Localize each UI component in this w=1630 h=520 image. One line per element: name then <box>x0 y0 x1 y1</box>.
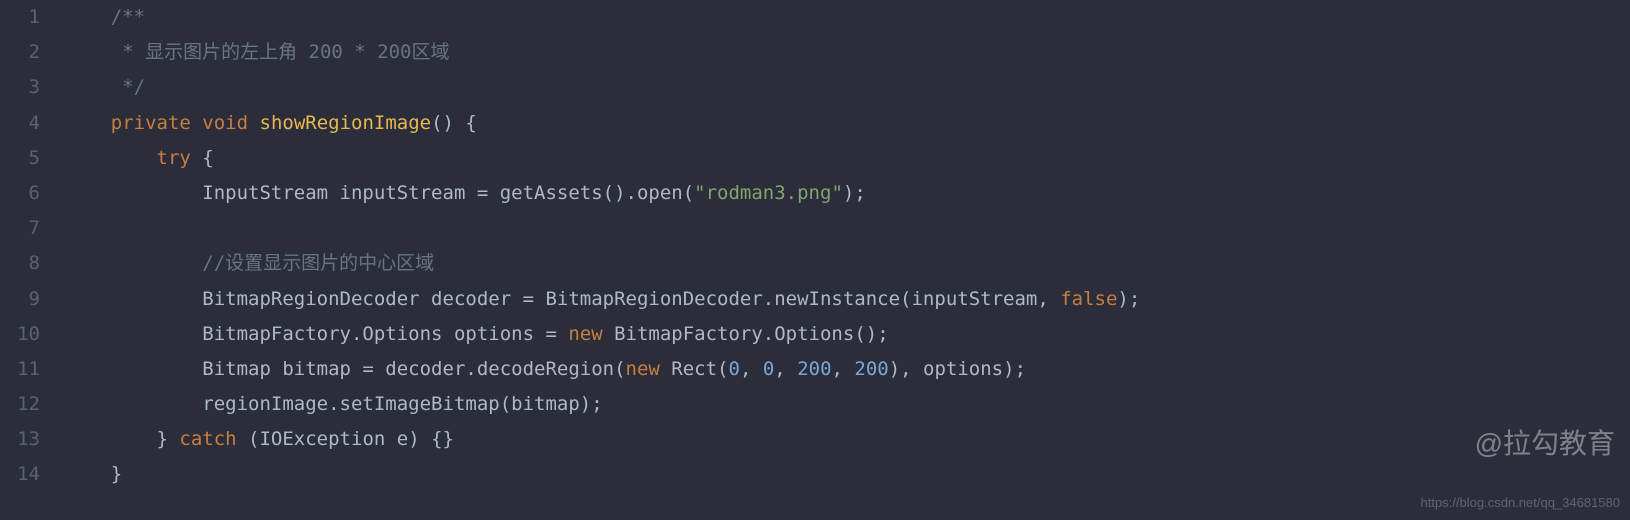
line-number: 7 <box>0 211 40 246</box>
code-token: private <box>111 112 191 134</box>
code-token: new <box>626 358 660 380</box>
code-token: void <box>202 112 248 134</box>
code-token: 0 <box>763 358 774 380</box>
code-line[interactable]: private void showRegionImage() { <box>65 106 1630 141</box>
line-number: 1 <box>0 0 40 35</box>
code-line[interactable]: /** <box>65 0 1630 35</box>
line-number: 9 <box>0 282 40 317</box>
code-token: 200 <box>854 358 888 380</box>
line-number-gutter: 1234567891011121314 <box>0 0 55 520</box>
attribution-link: https://blog.csdn.net/qq_34681580 <box>1421 491 1621 515</box>
code-token: () { <box>431 112 477 134</box>
line-number: 5 <box>0 141 40 176</box>
code-token: regionImage.setImageBitmap(bitmap); <box>202 393 602 415</box>
line-number: 10 <box>0 317 40 352</box>
code-editor: 1234567891011121314 /** * 显示图片的左上角 200 *… <box>0 0 1630 520</box>
code-token: showRegionImage <box>260 112 432 134</box>
line-number: 6 <box>0 176 40 211</box>
code-line[interactable]: } catch (IOException e) {} <box>65 422 1630 457</box>
code-area[interactable]: /** * 显示图片的左上角 200 * 200区域 */ private vo… <box>55 0 1630 520</box>
code-token: InputStream inputStream = getAssets().op… <box>202 182 694 204</box>
code-token: "rodman3.png" <box>694 182 843 204</box>
line-number: 14 <box>0 457 40 492</box>
line-number: 8 <box>0 246 40 281</box>
line-number: 2 <box>0 35 40 70</box>
code-line[interactable]: */ <box>65 70 1630 105</box>
code-line[interactable]: * 显示图片的左上角 200 * 200区域 <box>65 35 1630 70</box>
code-token: } <box>111 463 122 485</box>
code-line[interactable]: Bitmap bitmap = decoder.decodeRegion(new… <box>65 352 1630 387</box>
code-token: Bitmap bitmap = decoder.decodeRegion( <box>202 358 625 380</box>
code-token: 200 <box>797 358 831 380</box>
code-token: new <box>568 323 602 345</box>
code-token: 0 <box>729 358 740 380</box>
code-token: { <box>191 147 214 169</box>
code-token: ); <box>1117 288 1140 310</box>
code-token: ); <box>843 182 866 204</box>
code-token: catch <box>179 428 236 450</box>
code-token: } <box>157 428 180 450</box>
code-line[interactable]: } <box>65 457 1630 492</box>
code-token: Rect( <box>660 358 729 380</box>
code-token: (IOException e) {} <box>237 428 454 450</box>
code-line[interactable]: regionImage.setImageBitmap(bitmap); <box>65 387 1630 422</box>
code-token: false <box>1060 288 1117 310</box>
code-line[interactable]: BitmapFactory.Options options = new Bitm… <box>65 317 1630 352</box>
code-token <box>248 112 259 134</box>
code-line[interactable]: InputStream inputStream = getAssets().op… <box>65 176 1630 211</box>
code-token <box>191 112 202 134</box>
code-line[interactable]: try { <box>65 141 1630 176</box>
code-line[interactable]: //设置显示图片的中心区域 <box>65 246 1630 281</box>
code-line[interactable] <box>65 211 1630 246</box>
code-token: , <box>774 358 797 380</box>
line-number: 12 <box>0 387 40 422</box>
line-number: 13 <box>0 422 40 457</box>
code-token: /** <box>111 6 145 28</box>
code-token: ), options); <box>889 358 1026 380</box>
code-token: BitmapRegionDecoder decoder = BitmapRegi… <box>202 288 1060 310</box>
code-token: * 显示图片的左上角 200 * 200区域 <box>111 41 450 63</box>
code-token: , <box>740 358 763 380</box>
code-token: //设置显示图片的中心区域 <box>202 252 434 274</box>
code-token: */ <box>111 76 145 98</box>
code-token: BitmapFactory.Options(); <box>603 323 889 345</box>
watermark-badge: @拉勾教育 <box>1475 418 1615 470</box>
code-token: BitmapFactory.Options options = <box>202 323 568 345</box>
line-number: 4 <box>0 106 40 141</box>
line-number: 11 <box>0 352 40 387</box>
code-line[interactable]: BitmapRegionDecoder decoder = BitmapRegi… <box>65 282 1630 317</box>
code-token: , <box>832 358 855 380</box>
code-token: try <box>157 147 191 169</box>
line-number: 3 <box>0 70 40 105</box>
